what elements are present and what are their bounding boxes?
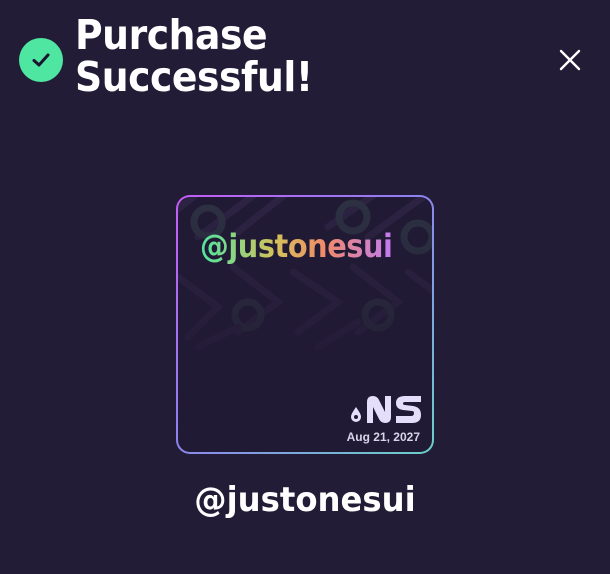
name-card: @justonesui Aug 21, 2027 — [176, 195, 434, 454]
expiry-date: Aug 21, 2027 — [346, 430, 420, 444]
card-body: @justonesui Aug 21, 2027 — [178, 197, 432, 452]
checkmark-circle-icon — [19, 38, 63, 82]
ns-logo-icon — [351, 396, 421, 423]
title-line-1: Purchase — [75, 11, 268, 59]
card-handle: @justonesui — [200, 227, 393, 265]
purchased-name: @justonesui — [194, 480, 416, 520]
title-line-2: Successful! — [75, 53, 313, 101]
close-icon[interactable] — [556, 46, 584, 74]
page-title: Purchase Successful! — [75, 14, 313, 98]
close-button[interactable] — [556, 46, 584, 74]
